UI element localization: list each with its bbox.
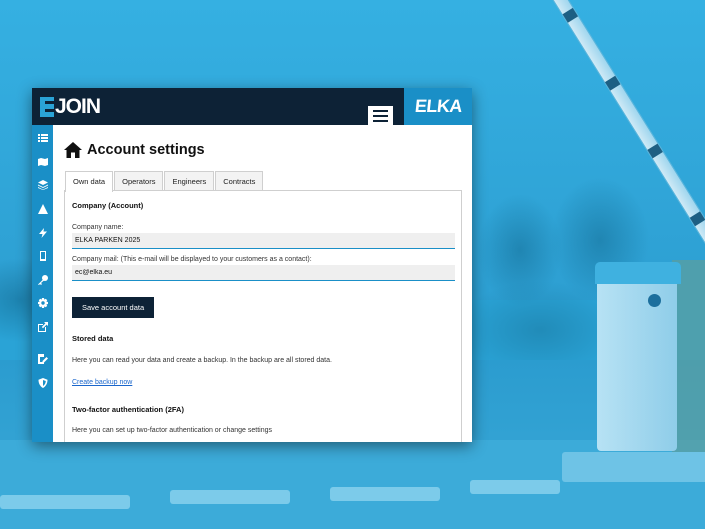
curb: [0, 495, 130, 509]
bolt-icon[interactable]: [37, 227, 48, 238]
mobile-icon[interactable]: [37, 250, 48, 261]
twofa-text: Here you can set up two-factor authentic…: [72, 427, 273, 434]
company-heading: Company (Account): [72, 201, 144, 210]
barrier-cabinet: [597, 266, 677, 451]
shield-icon[interactable]: [37, 377, 48, 388]
external-link-icon[interactable]: [37, 321, 48, 332]
warning-icon[interactable]: [37, 203, 48, 214]
tab-own-data[interactable]: Own data: [65, 171, 114, 192]
logo-text: JOIN: [55, 94, 101, 118]
tab-panel-own-data: Company (Account) Company name: Company …: [64, 190, 462, 442]
sidebar: [32, 125, 53, 442]
curb: [470, 480, 560, 494]
menu-icon-bar: [373, 115, 388, 117]
hamburger-menu-button[interactable]: [368, 106, 393, 126]
brand-text: ELKA: [413, 96, 463, 116]
tab-contracts[interactable]: Contracts: [215, 171, 264, 191]
barrier-base: [562, 452, 705, 482]
page-header: Account settings: [64, 142, 205, 158]
tab-engineers[interactable]: Engineers: [164, 171, 215, 191]
save-account-data-button[interactable]: Save account data: [72, 297, 155, 318]
menu-icon-bar: [373, 120, 388, 122]
cabinet-logo: [648, 294, 661, 307]
company-mail-label: Company mail: (This e-mail will be displ…: [72, 256, 312, 263]
twofa-heading: Two-factor authentication (2FA): [72, 405, 184, 414]
stored-data-heading: Stored data: [72, 334, 114, 343]
stored-data-text: Here you can read your data and create a…: [72, 357, 332, 364]
company-name-input[interactable]: [72, 233, 455, 249]
curb: [330, 487, 440, 501]
gear-icon[interactable]: [37, 297, 48, 308]
menu-icon-bar: [373, 110, 388, 112]
list-icon[interactable]: [37, 132, 48, 143]
home-icon: [64, 142, 82, 158]
ejoin-logo[interactable]: JOIN: [40, 94, 101, 118]
map-icon[interactable]: [37, 156, 48, 167]
elka-brand-logo: ELKA: [404, 88, 472, 125]
app-window: JOIN ELKA Account settings Own data Oper…: [32, 88, 472, 442]
main-content: Account settings Own data Operators Engi…: [53, 125, 472, 442]
curb: [170, 490, 290, 504]
tab-bar: Own data Operators Engineers Contracts: [65, 171, 264, 192]
barrier-cabinet-top: [595, 262, 681, 284]
company-mail-input[interactable]: [72, 265, 455, 281]
edit-document-icon[interactable]: [37, 353, 48, 364]
layers-icon[interactable]: [37, 179, 48, 190]
page-title: Account settings: [87, 142, 205, 158]
company-name-label: Company name:: [72, 224, 124, 231]
logo-e-mark: [40, 96, 54, 117]
key-icon[interactable]: [37, 274, 48, 285]
tab-operators[interactable]: Operators: [114, 171, 164, 191]
top-bar: JOIN ELKA: [32, 88, 472, 126]
create-backup-link[interactable]: Create backup now: [72, 379, 132, 386]
